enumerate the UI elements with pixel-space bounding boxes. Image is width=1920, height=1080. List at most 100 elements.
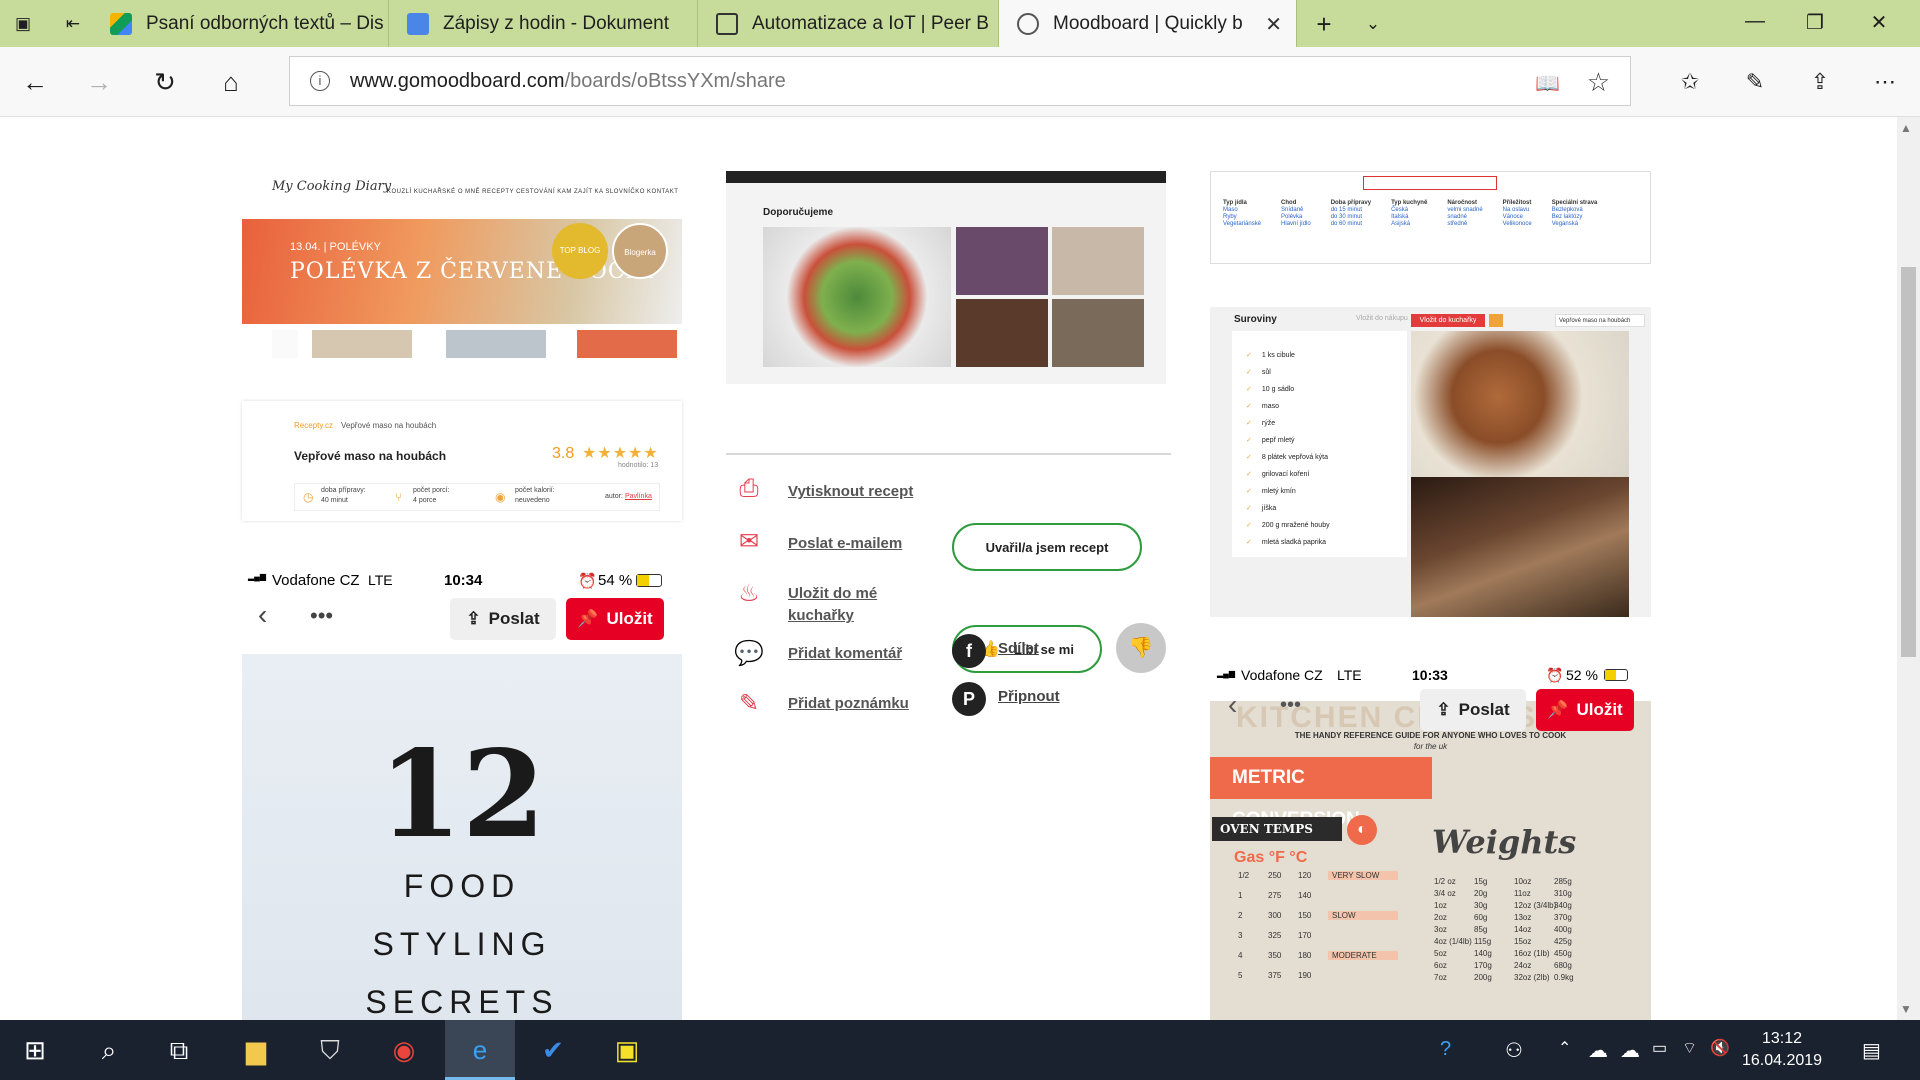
filter-option[interactable]: Ryby bbox=[1223, 214, 1281, 221]
filter-option[interactable]: Na oslavu bbox=[1503, 207, 1552, 214]
notifications-icon[interactable]: ▤ bbox=[1862, 1038, 1881, 1063]
task-view-icon[interactable]: ⧉ bbox=[144, 1020, 214, 1080]
thumbs-down-icon[interactable]: 👎 bbox=[1116, 623, 1166, 673]
filter-option[interactable]: Asijská bbox=[1391, 221, 1447, 228]
note-action[interactable]: ✎ Přidat poznámku bbox=[726, 689, 946, 718]
cloud-icon[interactable]: ☁ bbox=[1620, 1038, 1640, 1063]
volume-mute-icon[interactable]: 🔇 bbox=[1710, 1038, 1730, 1058]
reading-view-icon[interactable]: 📖 bbox=[1535, 71, 1560, 96]
people-icon[interactable]: ⚇ bbox=[1505, 1038, 1523, 1063]
filter-option[interactable]: Vegetariánské bbox=[1223, 221, 1281, 228]
back-chevron-icon[interactable]: ‹ bbox=[258, 599, 267, 631]
cookbook-icon[interactable] bbox=[1489, 314, 1503, 327]
store-icon[interactable]: ⛉ bbox=[295, 1020, 365, 1080]
home-icon[interactable]: ⌂ bbox=[214, 65, 248, 99]
close-window-icon[interactable]: ✕ bbox=[1864, 10, 1894, 35]
filter-option[interactable]: Maso bbox=[1223, 207, 1281, 214]
forward-icon[interactable]: → bbox=[82, 65, 116, 99]
new-tab-icon[interactable]: + bbox=[1313, 11, 1335, 37]
file-explorer-icon[interactable]: ▆ bbox=[221, 1020, 291, 1080]
refresh-icon[interactable]: ↻ bbox=[148, 65, 182, 99]
recipe-photo[interactable] bbox=[1052, 299, 1144, 367]
set-aside-tabs-icon[interactable]: ⇤ bbox=[62, 13, 84, 35]
scrollbar-thumb[interactable] bbox=[1901, 267, 1916, 657]
recipe-photo[interactable] bbox=[956, 299, 1048, 367]
sticky-notes-icon[interactable]: ▣ bbox=[592, 1020, 662, 1080]
chevron-down-icon[interactable]: ⌄ bbox=[1362, 13, 1384, 35]
comment-link[interactable]: Přidat komentář bbox=[788, 643, 902, 665]
share-link[interactable]: Sdílet bbox=[998, 640, 1039, 657]
favorite-star-icon[interactable]: ☆ bbox=[1587, 67, 1610, 98]
scroll-up-icon[interactable]: ▲ bbox=[1900, 121, 1912, 135]
filter-option[interactable]: Polévka bbox=[1281, 214, 1331, 221]
start-icon[interactable]: ⊞ bbox=[0, 1020, 70, 1080]
filter-option[interactable]: snadné bbox=[1447, 214, 1502, 221]
chevron-up-icon[interactable]: ⌃ bbox=[1558, 1038, 1571, 1058]
save-pin-button[interactable]: 📌 Uložit bbox=[566, 598, 664, 640]
card-ingredients[interactable]: Suroviny Vložit do nákupu Vložit do kuch… bbox=[1210, 307, 1651, 617]
filter-option[interactable]: do 30 minut bbox=[1331, 214, 1391, 221]
info-icon[interactable]: i bbox=[310, 71, 330, 91]
email-action[interactable]: ✉ Poslat e-mailem bbox=[726, 527, 946, 567]
recipe-photo[interactable] bbox=[763, 227, 951, 367]
tab-actions-icon[interactable]: ▣ bbox=[12, 13, 34, 35]
back-icon[interactable]: ← bbox=[18, 65, 52, 99]
filter-option[interactable]: do 60 minut bbox=[1331, 221, 1391, 228]
send-button[interactable]: ⇪ Poslat bbox=[1420, 689, 1526, 731]
email-link[interactable]: Poslat e-mailem bbox=[788, 533, 902, 555]
note-link[interactable]: Přidat poznámku bbox=[788, 693, 909, 715]
url-text[interactable]: www.gomoodboard.com/boards/oBtssYXm/shar… bbox=[350, 70, 786, 93]
more-dots-icon[interactable]: ••• bbox=[310, 603, 333, 629]
filter-option[interactable]: Veganská bbox=[1552, 221, 1618, 228]
address-bar[interactable]: i www.gomoodboard.com/boards/oBtssYXm/sh… bbox=[289, 56, 1631, 106]
author-link[interactable]: Pavlínka bbox=[625, 493, 652, 500]
filter-option[interactable]: Snídaně bbox=[1281, 207, 1331, 214]
add-to-cart-link[interactable]: Vložit do nákupu bbox=[1356, 315, 1408, 322]
recipe-photo[interactable] bbox=[1052, 227, 1144, 295]
wifi-icon[interactable]: ⌔ bbox=[1682, 1038, 1697, 1058]
filter-option[interactable]: velmi snadné bbox=[1447, 207, 1502, 214]
edge-icon[interactable]: e bbox=[445, 1020, 515, 1080]
filter-option[interactable]: Česká bbox=[1391, 207, 1447, 214]
recipe-photo[interactable] bbox=[956, 227, 1048, 295]
close-tab-icon[interactable]: ✕ bbox=[1265, 12, 1282, 37]
scroll-down-icon[interactable]: ▼ bbox=[1900, 1002, 1912, 1016]
battery-icon[interactable]: ▭ bbox=[1652, 1038, 1667, 1058]
help-icon[interactable]: ? bbox=[1440, 1038, 1451, 1061]
save-pin-button[interactable]: 📌 Uložit bbox=[1536, 689, 1634, 731]
tab-1[interactable]: Psaní odborných textů – Dis bbox=[92, 0, 389, 47]
card-recipe-header[interactable]: Recepty.cz Vepřové maso na houbách Vepřov… bbox=[242, 401, 682, 521]
add-to-cookbook-button[interactable]: Vložit do kuchařky bbox=[1411, 314, 1485, 327]
print-action[interactable]: ⎙ Vytisknout recept bbox=[726, 475, 946, 515]
save-cookbook-action[interactable]: ♨ Uložit do mé kuchařky bbox=[726, 579, 946, 629]
recipe-select[interactable]: Vepřové maso na houbách bbox=[1555, 314, 1645, 327]
cooked-button[interactable]: Uvařil/a jsem recept bbox=[952, 523, 1142, 571]
onedrive-icon[interactable]: ☁ bbox=[1588, 1038, 1608, 1063]
restore-icon[interactable]: ❐ bbox=[1800, 10, 1830, 35]
pen-notes-icon[interactable]: ✎ bbox=[1738, 65, 1772, 99]
comment-action[interactable]: 💬 Přidat komentář bbox=[726, 639, 946, 679]
filter-option[interactable]: Vánoce bbox=[1503, 214, 1552, 221]
filter-option[interactable]: středně bbox=[1447, 221, 1502, 228]
filter-option[interactable]: Bezlepková bbox=[1552, 207, 1618, 214]
tab-3[interactable]: Automatizace a IoT | Peer B bbox=[698, 0, 999, 47]
card-cooking-diary[interactable]: My Cooking Diary KOUZLÍ KUCHAŘSKÉ O MNĚ … bbox=[242, 171, 682, 358]
filter-option[interactable]: Hlavní jídlo bbox=[1281, 221, 1331, 228]
search-icon[interactable]: ⌕ bbox=[74, 1020, 144, 1080]
card-kitchen-cheat-sheet[interactable]: KITCHEN CHEAT SHEET THE HANDY REFERENCE … bbox=[1210, 701, 1651, 1020]
back-chevron-icon[interactable]: ‹ bbox=[1228, 689, 1237, 721]
favorites-icon[interactable]: ✩ bbox=[1673, 65, 1707, 99]
tab-4-active[interactable]: Moodboard | Quickly b ✕ bbox=[999, 0, 1297, 47]
minimize-icon[interactable]: — bbox=[1740, 10, 1770, 33]
filter-option[interactable]: do 15 minut bbox=[1331, 207, 1391, 214]
print-link[interactable]: Vytisknout recept bbox=[788, 481, 913, 503]
filter-option[interactable]: Italská bbox=[1391, 214, 1447, 221]
filter-option[interactable]: Bez laktózy bbox=[1552, 214, 1618, 221]
tab-2[interactable]: Zápisy z hodin - Dokument bbox=[389, 0, 698, 47]
search-input[interactable] bbox=[1363, 176, 1497, 190]
send-button[interactable]: ⇪ Poslat bbox=[450, 598, 556, 640]
page-scrollbar[interactable]: ▲ ▼ bbox=[1897, 117, 1920, 1020]
more-dots-icon[interactable]: ••• bbox=[1280, 694, 1301, 717]
share-icon[interactable]: ⇪ bbox=[1803, 65, 1837, 99]
breadcrumb-home[interactable]: Recepty.cz bbox=[294, 421, 333, 430]
